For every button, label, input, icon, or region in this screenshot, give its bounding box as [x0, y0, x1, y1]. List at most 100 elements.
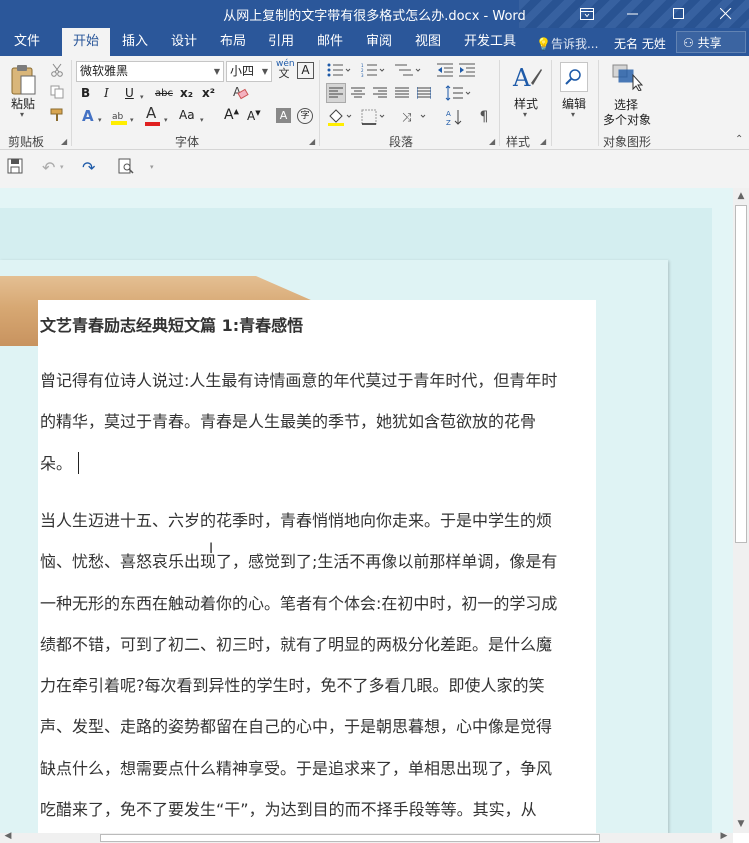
clipboard-launcher-icon[interactable]: ◢: [61, 137, 67, 146]
chevron-down-icon[interactable]: ▾: [129, 111, 134, 125]
collapse-ribbon-icon[interactable]: ⌃: [735, 134, 743, 145]
maximize-icon[interactable]: [656, 0, 702, 28]
chevron-down-icon[interactable]: ▾: [571, 110, 575, 119]
subscript-button[interactable]: x₂: [180, 86, 193, 100]
paragraph-line: 一种无形的东西在触动着你的心。笔者有个体会:在初中时，初一的学习成: [40, 593, 558, 613]
change-case-button[interactable]: Aa: [179, 108, 195, 122]
scroll-up-icon[interactable]: ▲: [733, 191, 749, 201]
horizontal-scrollbar[interactable]: ◀ ▶: [0, 831, 733, 843]
bullets-icon[interactable]: [326, 62, 352, 78]
align-left-icon[interactable]: [326, 83, 346, 103]
tab-home[interactable]: 开始: [62, 28, 110, 57]
save-icon[interactable]: [7, 158, 23, 178]
cut-icon[interactable]: [48, 61, 66, 79]
strikethrough-button[interactable]: abc: [155, 88, 173, 99]
group-divider: [319, 60, 320, 146]
document-paragraph-2[interactable]: 当人生迈进十五、六岁的花季时，青春悄悄地向你走来。于是中学生的烦 恼、忧愁、喜怒…: [40, 500, 592, 830]
styles-launcher-icon[interactable]: ◢: [540, 137, 546, 146]
chevron-down-icon[interactable]: ▾: [60, 163, 64, 171]
font-color-button[interactable]: A: [146, 106, 156, 121]
justify-icon[interactable]: [392, 83, 412, 103]
superscript-button[interactable]: x²: [202, 86, 215, 100]
sort-icon[interactable]: AZ: [444, 107, 466, 127]
document-area: 文艺青春励志经典短文篇 1:青春感悟 曾记得有位诗人说过:人生最有诗情画意的年代…: [0, 188, 733, 843]
highlight-icon[interactable]: ab: [110, 108, 128, 126]
grow-font-button[interactable]: A▲: [224, 107, 239, 123]
chevron-down-icon[interactable]: ▾: [199, 111, 204, 125]
paragraph-launcher-icon[interactable]: ◢: [489, 137, 495, 146]
scroll-down-icon[interactable]: ▼: [733, 819, 749, 829]
ribbon-display-icon[interactable]: [564, 0, 610, 28]
select-objects-icon[interactable]: [610, 60, 644, 92]
horizontal-scroll-thumb[interactable]: [100, 834, 600, 842]
magnifier-icon[interactable]: [560, 62, 588, 92]
bold-button[interactable]: B: [81, 86, 90, 100]
close-icon[interactable]: [703, 0, 749, 28]
paragraph-line: 力在牵引着呢?每次看到异性的学生时，免不了多看几眼。即使人家的笑: [40, 676, 545, 696]
tab-file[interactable]: 文件: [4, 28, 50, 56]
minimize-icon[interactable]: [610, 0, 656, 28]
tab-design[interactable]: 设计: [162, 28, 206, 56]
tab-view[interactable]: 视图: [406, 28, 450, 56]
tab-insert[interactable]: 插入: [113, 28, 157, 56]
tab-mailings[interactable]: 邮件: [308, 28, 352, 56]
decrease-indent-icon[interactable]: [436, 62, 454, 78]
copy-icon[interactable]: [48, 83, 66, 101]
chevron-down-icon[interactable]: ▾: [163, 111, 168, 125]
select-objects-line2[interactable]: 多个对象: [603, 111, 651, 128]
paste-dropdown-icon[interactable]: ▾: [20, 110, 24, 119]
undo-icon[interactable]: ↶: [42, 158, 55, 177]
chevron-down-icon[interactable]: ▾: [97, 111, 102, 125]
borders-icon[interactable]: [360, 107, 388, 127]
tab-developer[interactable]: 开发工具: [458, 28, 522, 56]
paragraph-line: 曾记得有位诗人说过:人生最有诗情画意的年代莫过于青年时代，但青年时: [40, 371, 558, 390]
customize-toolbar-icon[interactable]: ▾: [150, 163, 154, 171]
tab-references[interactable]: 引用: [259, 28, 303, 56]
increase-indent-icon[interactable]: [458, 62, 476, 78]
share-button[interactable]: ⚇ 共享: [676, 31, 746, 53]
styles-icon[interactable]: A: [510, 60, 544, 94]
user-name[interactable]: 无名 无姓: [614, 35, 666, 52]
tab-layout[interactable]: 布局: [211, 28, 255, 56]
font-launcher-icon[interactable]: ◢: [309, 137, 315, 146]
align-center-icon[interactable]: [348, 83, 368, 103]
scroll-left-icon[interactable]: ◀: [0, 831, 16, 841]
vertical-scrollbar[interactable]: ▲ ▼: [733, 188, 749, 833]
italic-button[interactable]: I: [104, 86, 109, 100]
redo-icon[interactable]: ↷: [82, 158, 95, 177]
align-right-icon[interactable]: [370, 83, 390, 103]
format-painter-icon[interactable]: [48, 106, 66, 124]
text-effects-button[interactable]: A: [82, 107, 94, 125]
document-heading[interactable]: 文艺青春励志经典短文篇 1:青春感悟: [40, 312, 303, 336]
shrink-font-button[interactable]: A▼: [247, 109, 261, 123]
vertical-scroll-thumb[interactable]: [735, 205, 747, 543]
paragraph-line: 的精华，莫过于青春。青春是人生最美的季节，她犹如含苞欲放的花骨: [40, 412, 537, 432]
group-divider: [551, 60, 552, 146]
shading-icon[interactable]: [326, 107, 354, 127]
clear-formatting-icon[interactable]: A: [230, 82, 250, 102]
numbering-icon[interactable]: 123: [360, 62, 386, 78]
print-preview-icon[interactable]: [118, 158, 134, 178]
chevron-down-icon[interactable]: ▾: [139, 88, 144, 102]
chinese-layout-icon[interactable]: ⤨: [400, 107, 430, 127]
multilevel-list-icon[interactable]: [394, 62, 422, 78]
line-spacing-icon[interactable]: [444, 83, 474, 103]
character-shading-button[interactable]: A: [276, 108, 291, 123]
tell-me-search[interactable]: 💡告诉我...: [536, 35, 598, 52]
paste-icon[interactable]: [6, 62, 40, 98]
font-name-select[interactable]: 微软雅黑 ▼: [76, 61, 224, 82]
svg-text:3: 3: [361, 73, 364, 77]
chevron-down-icon[interactable]: ▾: [523, 110, 527, 119]
document-paragraph-1[interactable]: 曾记得有位诗人说过:人生最有诗情画意的年代莫过于青年时代，但青年时 的精华，莫过…: [40, 360, 592, 484]
svg-text:A: A: [512, 64, 531, 92]
enclose-characters-button[interactable]: 字: [297, 108, 313, 124]
show-marks-icon[interactable]: ¶: [476, 107, 492, 127]
tab-review[interactable]: 审阅: [357, 28, 401, 56]
font-size-select[interactable]: 小四 ▼: [226, 61, 272, 82]
underline-button[interactable]: U: [125, 86, 134, 100]
distributed-icon[interactable]: [414, 83, 434, 103]
scroll-right-icon[interactable]: ▶: [716, 831, 732, 841]
character-border-icon[interactable]: A: [297, 62, 314, 79]
phonetic-guide-icon[interactable]: wén 文: [276, 59, 295, 80]
ribbon-home: 粘贴 ▾ 剪贴板 ◢ 微软雅黑 ▼ 小四 ▼ wén 文 A B I U ▾ abc …: [0, 56, 749, 150]
